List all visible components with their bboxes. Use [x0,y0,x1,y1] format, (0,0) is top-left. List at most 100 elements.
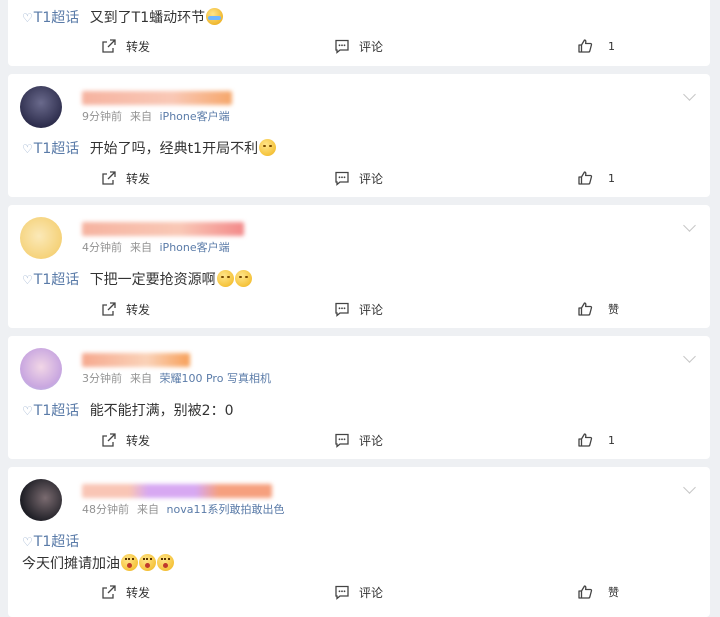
like-button[interactable]: 赞 [577,298,619,320]
like-count: 1 [608,171,615,185]
comment-button[interactable]: 评论 [334,167,383,189]
repost-label: 转发 [126,433,151,448]
post-body: 下把一定要抢资源啊 [89,272,216,288]
repost-label: 转发 [126,585,151,600]
post-text: ♡T1超话 又到了T1蟠动环节 [22,7,224,27]
post-source[interactable]: nova11系列敢拍敢出色 [167,503,285,516]
comment-icon [335,171,349,186]
source-prefix: 来自 [130,372,152,385]
surprised-emoji-icon [139,554,156,571]
tears-of-joy-emoji-icon [206,8,224,25]
comment-button[interactable]: 评论 [334,429,383,451]
post-card: ♡T1超话 又到了T1蟠动环节 转发 评论 1 [8,0,710,66]
post-source[interactable]: 荣耀100 Pro 写真相机 [160,372,271,385]
repost-button[interactable]: 转发 [101,429,150,451]
post-body: 又到了T1蟠动环节 [89,10,206,26]
avatar[interactable] [20,86,62,128]
smile-emoji-icon [234,270,252,287]
comment-icon [335,585,349,600]
like-button[interactable]: 1 [577,167,615,189]
repost-icon [102,171,116,185]
repost-button[interactable]: 转发 [101,167,150,189]
gem-icon: ♡ [22,273,33,287]
post-source[interactable]: iPhone客户端 [160,110,230,123]
like-button[interactable]: 1 [577,429,615,451]
like-count: 1 [608,39,615,53]
like-label: 赞 [608,303,619,316]
surprised-emoji-icon [157,554,174,571]
comment-label: 评论 [359,302,384,317]
repost-button[interactable]: 转发 [101,298,150,320]
source-prefix: 来自 [130,110,152,123]
avatar[interactable] [20,217,62,259]
comment-button[interactable]: 评论 [334,35,383,57]
repost-button[interactable]: 转发 [101,35,150,57]
chevron-down-icon[interactable] [683,219,696,232]
gem-icon: ♡ [22,11,33,25]
post-body: 今天们摊请加油 [22,556,120,572]
comment-label: 评论 [359,171,384,186]
repost-button[interactable]: 转发 [101,581,150,603]
username-blurred[interactable] [82,353,190,367]
post-text: ♡T1超话 下把一定要抢资源啊 [22,269,252,289]
topic-link[interactable]: ♡T1超话 [22,10,79,26]
post-card: 48分钟前 来自 nova11系列敢拍敢出色 ♡T1超话 今天们摊请加油 转发 评… [8,467,710,617]
post-card: 9分钟前 来自 iPhone客户端 ♡T1超话 开始了吗，经典t1开局不利 转发 … [8,74,710,197]
smile-emoji-icon [259,139,277,156]
post-meta: 9分钟前 来自 iPhone客户端 [82,108,230,124]
post-text: ♡T1超话 [22,531,79,551]
post-body: 能不能打满，别被2：0 [89,403,234,419]
post-text: ♡T1超话 开始了吗，经典t1开局不利 [22,138,277,158]
post-source[interactable]: iPhone客户端 [160,241,230,254]
like-label: 赞 [608,586,619,599]
gem-icon: ♡ [22,535,33,549]
post-meta: 4分钟前 来自 iPhone客户端 [82,239,230,255]
like-count: 1 [608,433,615,447]
repost-icon [102,302,116,316]
comment-icon [335,39,349,54]
topic-link[interactable]: ♡T1超话 [22,534,79,550]
thumbs-up-icon [578,39,593,53]
post-time: 3分钟前 [82,372,122,385]
post-meta: 3分钟前 来自 荣耀100 Pro 写真相机 [82,370,271,386]
surprised-emoji-icon [121,554,138,571]
chevron-down-icon[interactable] [683,481,696,494]
avatar[interactable] [20,479,62,521]
repost-icon [102,585,116,599]
username-blurred[interactable] [82,91,232,105]
gem-icon: ♡ [22,404,33,418]
like-button[interactable]: 1 [577,35,615,57]
post-card: 4分钟前 来自 iPhone客户端 ♡T1超话 下把一定要抢资源啊 转发 评论 赞 [8,205,710,328]
comment-button[interactable]: 评论 [334,298,383,320]
repost-label: 转发 [126,171,151,186]
topic-link[interactable]: ♡T1超话 [22,403,79,419]
repost-label: 转发 [126,39,151,54]
post-body: 开始了吗，经典t1开局不利 [89,141,259,157]
avatar[interactable] [20,348,62,390]
post-time: 4分钟前 [82,241,122,254]
chevron-down-icon[interactable] [683,88,696,101]
post-card: 3分钟前 来自 荣耀100 Pro 写真相机 ♡T1超话 能不能打满，别被2：0 … [8,336,710,459]
comment-button[interactable]: 评论 [334,581,383,603]
username-blurred[interactable] [82,222,244,236]
username-blurred[interactable] [82,484,272,498]
thumbs-up-icon [578,302,593,316]
like-button[interactable]: 赞 [577,581,619,603]
thumbs-up-icon [578,171,593,185]
repost-icon [102,39,116,53]
source-prefix: 来自 [130,241,152,254]
post-meta: 48分钟前 来自 nova11系列敢拍敢出色 [82,501,284,517]
thumbs-up-icon [578,433,593,447]
chevron-down-icon[interactable] [683,350,696,363]
post-time: 48分钟前 [82,503,129,516]
topic-link[interactable]: ♡T1超话 [22,272,79,288]
post-text: ♡T1超话 能不能打满，别被2：0 [22,400,234,420]
post-text-line2: 今天们摊请加油 [22,553,174,573]
comment-icon [335,302,349,317]
topic-link[interactable]: ♡T1超话 [22,141,79,157]
post-time: 9分钟前 [82,110,122,123]
thumbs-up-icon [578,585,593,599]
comment-label: 评论 [359,585,384,600]
comment-icon [335,433,349,448]
comment-label: 评论 [359,39,384,54]
